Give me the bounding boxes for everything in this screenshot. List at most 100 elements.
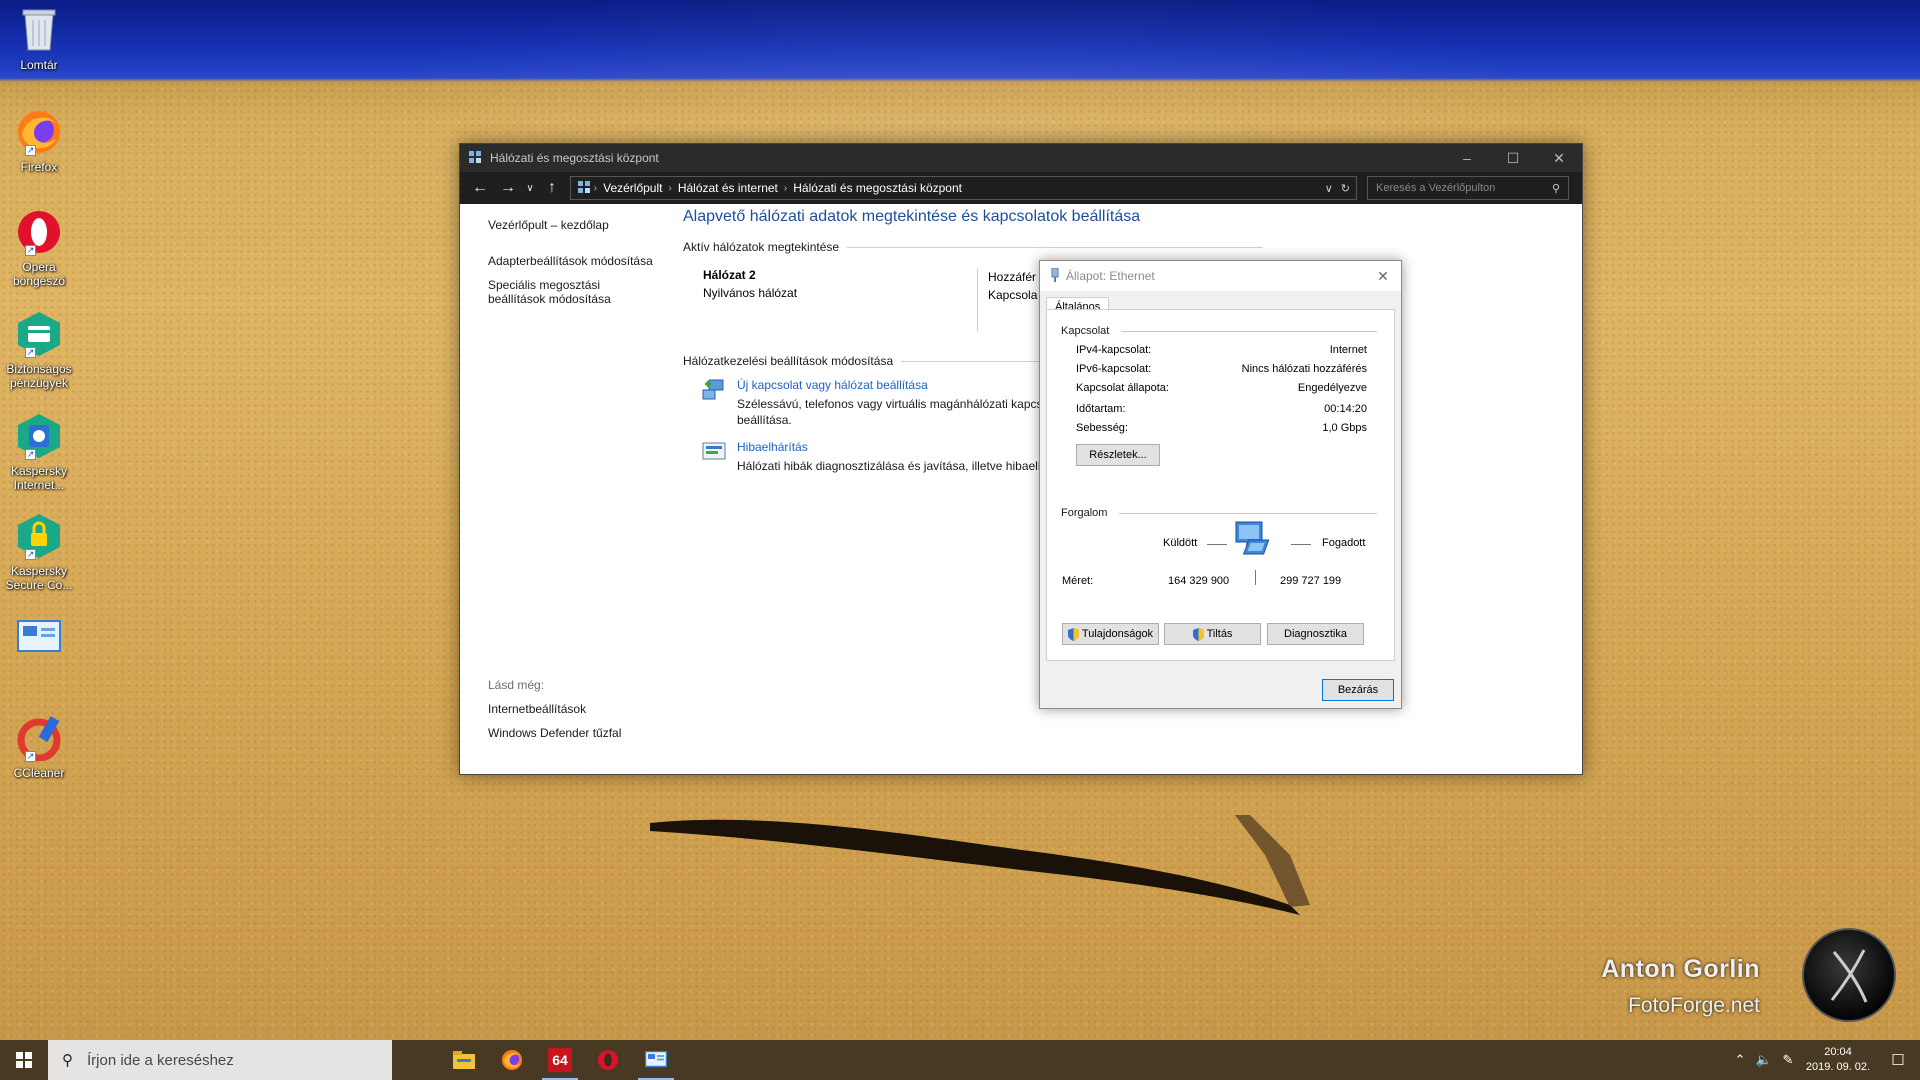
file-explorer-icon — [453, 1051, 475, 1069]
properties-button-label: Tulajdonságok — [1081, 628, 1154, 640]
desktop-icon-label: Firefox — [20, 160, 58, 174]
taskbar-firefox[interactable] — [488, 1040, 536, 1080]
breadcrumb-item[interactable]: Hálózati és megosztási központ — [793, 181, 962, 195]
diagnose-button[interactable]: Diagnosztika — [1267, 623, 1364, 645]
up-icon[interactable]: ↑ — [538, 179, 566, 197]
desktop-icon-label: Kaspersky Internet... — [10, 464, 68, 492]
desktop-gadget-clock[interactable] — [1802, 928, 1896, 1022]
wallpaper-shadow — [650, 815, 1310, 915]
connection-label: Kapcsola — [988, 288, 1038, 302]
start-button[interactable] — [0, 1040, 48, 1080]
search-input[interactable]: Keresés a Vezérlőpulton ⚲ — [1367, 176, 1569, 200]
defender-firewall-link[interactable]: Windows Defender tűzfal — [488, 726, 621, 740]
sent-bytes: 164 329 900 — [1168, 575, 1230, 587]
taskbar-search[interactable]: ⚲ Írjon ide a kereséshez — [48, 1040, 392, 1080]
minimize-button[interactable]: – — [1444, 144, 1490, 172]
aida64-icon: 64 — [548, 1048, 572, 1072]
window-title: Hálózati és megosztási központ — [490, 151, 659, 165]
taskbar-aida64[interactable]: 64 — [536, 1040, 584, 1080]
ccleaner-icon: ↗ — [15, 714, 63, 762]
desktop-icon-kaspersky-secure[interactable]: ↗ Kaspersky Secure Co... — [4, 512, 74, 592]
new-connection-link[interactable]: Új kapcsolat vagy hálózat beállítása — [737, 378, 1067, 392]
system-tray: ⌃ 🔈 ✎ 20:04 2019. 09. 02. ☐ — [1728, 1040, 1920, 1080]
close-dialog-button[interactable]: Bezárás — [1322, 679, 1394, 701]
breadcrumb-item[interactable]: Vezérlőpult — [603, 181, 662, 195]
firefox-icon — [501, 1049, 523, 1071]
chevron-right-icon: › — [591, 182, 598, 194]
network-center-icon — [468, 150, 482, 167]
tray-overflow-icon[interactable]: ⌃ — [1728, 1052, 1752, 1068]
back-icon[interactable]: ← — [466, 179, 494, 197]
taskbar: ⚲ Írjon ide a kereséshez 64 ⌃ 🔈 ✎ 20:04 … — [0, 1040, 1920, 1080]
shield-icon — [1067, 627, 1079, 641]
desktop-icon-safe-money[interactable]: ↗ Biztonságos pénzügyek — [4, 310, 74, 390]
desktop-icon-monitor-app[interactable] — [4, 614, 74, 666]
network-name: Hálózat 2 — [703, 268, 756, 282]
volume-icon[interactable]: 🔈 — [1752, 1052, 1776, 1068]
adapter-settings-link[interactable]: Adapterbeállítások módosítása — [488, 254, 678, 268]
recycle-bin-icon — [15, 6, 63, 54]
troubleshoot-icon — [701, 440, 727, 464]
shortcut-arrow-icon: ↗ — [25, 245, 36, 256]
left-pane: Vezérlőpult – kezdőlap Adapterbeállításo… — [488, 218, 678, 306]
desktop-icon-recycle-bin[interactable]: Lomtár — [4, 6, 74, 72]
chevron-down-icon[interactable]: ∨ — [522, 183, 538, 194]
new-connection-desc: Szélessávú, telefonos vagy virtuális mag… — [737, 397, 1050, 427]
internet-options-link[interactable]: Internetbeállítások — [488, 702, 621, 716]
desktop-icon-label: Biztonságos pénzügyek — [6, 362, 72, 390]
dialog-title: Állapot: Ethernet — [1066, 269, 1155, 283]
advanced-sharing-link[interactable]: Speciális megosztási beállítások módosít… — [488, 278, 638, 306]
gadget-x-icon — [1830, 949, 1868, 1003]
clock[interactable]: 20:04 2019. 09. 02. — [1800, 1045, 1876, 1075]
safe-money-icon: ↗ — [15, 310, 63, 358]
refresh-icon[interactable]: ↻ — [1341, 182, 1350, 195]
pen-icon[interactable]: ✎ — [1776, 1052, 1800, 1068]
troubleshoot-link[interactable]: Hibaelhárítás — [737, 440, 1067, 454]
network-activity-icon — [1234, 520, 1280, 565]
ipv4-row: IPv4-kapcsolat: Internet — [1076, 344, 1367, 356]
notification-icon[interactable]: ☐ — [1876, 1051, 1920, 1069]
wallpaper-watermark: Anton Gorlin FotoForge.net — [1592, 955, 1760, 1018]
windows-icon — [16, 1052, 32, 1068]
desktop-icon-firefox[interactable]: ↗ Firefox — [4, 108, 74, 174]
breadcrumb-item[interactable]: Hálózat és internet — [678, 181, 778, 195]
connection-group-header: Kapcsolat — [1061, 325, 1377, 337]
opera-icon — [597, 1049, 619, 1071]
taskbar-control-panel[interactable] — [632, 1040, 680, 1080]
sent-line — [1207, 544, 1227, 545]
kaspersky-secure-icon: ↗ — [15, 512, 63, 560]
active-networks-header: Aktív hálózatok megtekintése — [683, 240, 1263, 254]
desktop-icon-ccleaner[interactable]: ↗ CCleaner — [4, 714, 74, 780]
control-panel-home-link[interactable]: Vezérlőpult – kezdőlap — [488, 218, 678, 232]
desktop-icon-opera[interactable]: ↗ Opera böngésző — [4, 208, 74, 288]
chevron-down-icon[interactable]: ∨ — [1325, 182, 1333, 195]
maximize-button[interactable]: ☐ — [1490, 144, 1536, 172]
taskbar-opera[interactable] — [584, 1040, 632, 1080]
dialog-close-icon[interactable]: ✕ — [1365, 268, 1401, 285]
clock-time: 20:04 — [1824, 1046, 1852, 1058]
received-label: Fogadott — [1322, 537, 1366, 549]
disable-button[interactable]: Tiltás — [1164, 623, 1261, 645]
taskbar-file-explorer[interactable] — [440, 1040, 488, 1080]
window-titlebar[interactable]: Hálózati és megosztási központ – ☐ ✕ — [460, 144, 1582, 172]
size-label: Méret: — [1062, 575, 1094, 587]
shortcut-arrow-icon: ↗ — [25, 751, 36, 762]
speed-row: Sebesség: 1,0 Gbps — [1076, 422, 1367, 434]
network-type-link[interactable]: Nyilvános hálózat — [703, 286, 923, 300]
page-title: Alapvető hálózati adatok megtekintése és… — [683, 208, 1141, 225]
dialog-titlebar[interactable]: Állapot: Ethernet ✕ — [1040, 261, 1401, 291]
forward-icon[interactable]: → — [494, 179, 522, 197]
search-icon: ⚲ — [62, 1052, 73, 1069]
disable-button-label: Tiltás — [1206, 628, 1233, 640]
close-button[interactable]: ✕ — [1536, 144, 1582, 172]
watermark-site: FotoForge.net — [1628, 994, 1760, 1017]
received-line — [1291, 544, 1311, 545]
clock-date: 2019. 09. 02. — [1805, 1061, 1871, 1073]
breadcrumb[interactable]: › Vezérlőpult › Hálózat és internet › Há… — [570, 176, 1357, 200]
search-icon[interactable]: ⚲ — [1552, 182, 1560, 195]
details-button[interactable]: Részletek... — [1076, 444, 1160, 466]
properties-button[interactable]: Tulajdonságok — [1062, 623, 1159, 645]
duration-row: Időtartam: 00:14:20 — [1076, 403, 1367, 415]
network-sharing-center-window: Hálózati és megosztási központ – ☐ ✕ ← →… — [459, 143, 1583, 775]
desktop-icon-kaspersky-internet[interactable]: ↗ Kaspersky Internet... — [4, 412, 74, 492]
